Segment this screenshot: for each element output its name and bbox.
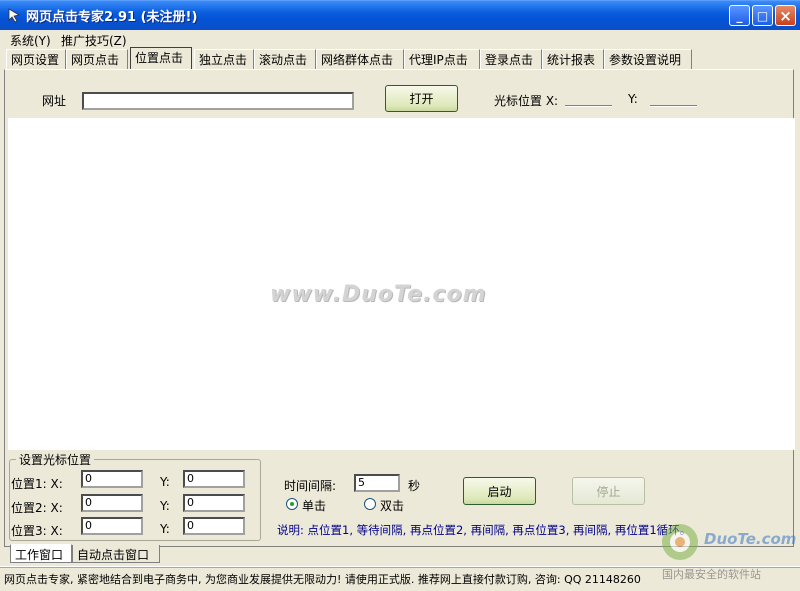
start-button-label: 启动	[487, 484, 512, 499]
tab-independent-click[interactable]: 独立点击	[194, 49, 254, 69]
window-title: 网页点击专家2.91 (未注册!)	[26, 10, 198, 25]
open-button-label: 打开	[409, 92, 434, 106]
pos1-x-input[interactable]: 0	[81, 470, 143, 488]
cursor-x-readout	[565, 89, 612, 107]
pos2-label: 位置2: X:	[11, 501, 63, 515]
double-click-radio[interactable]	[364, 498, 376, 510]
tab-web-settings[interactable]: 网页设置	[6, 49, 66, 69]
pos3-y-input[interactable]: 0	[183, 517, 245, 535]
app-icon	[8, 8, 21, 23]
single-click-radio[interactable]	[286, 498, 298, 510]
tab-work-window[interactable]: 工作窗口	[10, 544, 72, 563]
pos2-y-label: Y:	[160, 499, 170, 513]
interval-input[interactable]: 5	[354, 474, 400, 492]
menu-promo[interactable]: 推广技巧(Z)	[61, 32, 127, 49]
tab-proxy-click[interactable]: 代理IP点击	[404, 49, 480, 69]
pos1-y-label: Y:	[160, 475, 170, 489]
cursor-position-label: 光标位置 X:	[494, 94, 559, 108]
usage-explanation: 说明: 点位置1, 等待间隔, 再点位置2, 再间隔, 再点位置3, 再间隔, …	[277, 523, 692, 537]
group-title: 设置光标位置	[16, 451, 95, 468]
maximize-icon: □	[756, 8, 769, 23]
tab-position-click[interactable]: 位置点击	[130, 47, 192, 69]
pos3-label: 位置3: X:	[11, 524, 63, 538]
corner-watermark: DuoTe.com 国内最安全的软件站	[658, 520, 800, 590]
url-label: 网址	[42, 94, 67, 108]
corner-slogan: 国内最安全的软件站	[662, 568, 761, 581]
pos1-y-input[interactable]: 0	[183, 470, 245, 488]
pos3-y-label: Y:	[160, 522, 170, 536]
cursor-y-label: Y:	[628, 92, 638, 106]
corner-brand: DuoTe.com	[704, 530, 797, 548]
status-text: 网页点击专家, 紧密地结合到电子商务中, 为您商业发展提供无限动力! 请使用正式…	[4, 573, 641, 586]
duote-watermark: www.DuoTe.com	[270, 282, 487, 307]
single-click-label: 单击	[302, 499, 327, 513]
cursor-y-readout	[650, 89, 697, 107]
maximize-button[interactable]: □	[752, 5, 773, 26]
menu-system[interactable]: 系统(Y)	[10, 32, 51, 49]
url-input[interactable]	[82, 92, 354, 110]
stop-button-label: 停止	[596, 484, 621, 499]
pos3-x-input[interactable]: 0	[81, 517, 143, 535]
tab-statistics[interactable]: 统计报表	[542, 49, 604, 69]
pos1-label: 位置1: X:	[11, 477, 63, 491]
tab-login-click[interactable]: 登录点击	[480, 49, 542, 69]
interval-label: 时间间隔:	[284, 479, 337, 493]
start-button[interactable]: 启动	[463, 477, 536, 505]
tab-web-click[interactable]: 网页点击	[66, 49, 128, 69]
stop-button[interactable]: 停止	[572, 477, 645, 505]
close-button[interactable]: ×	[775, 5, 796, 26]
tab-scroll-click[interactable]: 滚动点击	[254, 49, 316, 69]
tab-group-click[interactable]: 网络群体点击	[316, 49, 404, 69]
duote-logo-icon	[662, 524, 698, 560]
tab-param-help[interactable]: 参数设置说明	[604, 49, 692, 69]
pos2-y-input[interactable]: 0	[183, 494, 245, 512]
pos2-x-input[interactable]: 0	[81, 494, 143, 512]
open-button[interactable]: 打开	[385, 85, 458, 112]
interval-unit: 秒	[408, 479, 421, 493]
close-icon: ×	[779, 6, 792, 25]
double-click-label: 双击	[380, 499, 405, 513]
minimize-button[interactable]: _	[729, 5, 750, 26]
minimize-icon: _	[736, 8, 743, 23]
tab-auto-click-window[interactable]: 自动点击窗口	[72, 545, 160, 563]
